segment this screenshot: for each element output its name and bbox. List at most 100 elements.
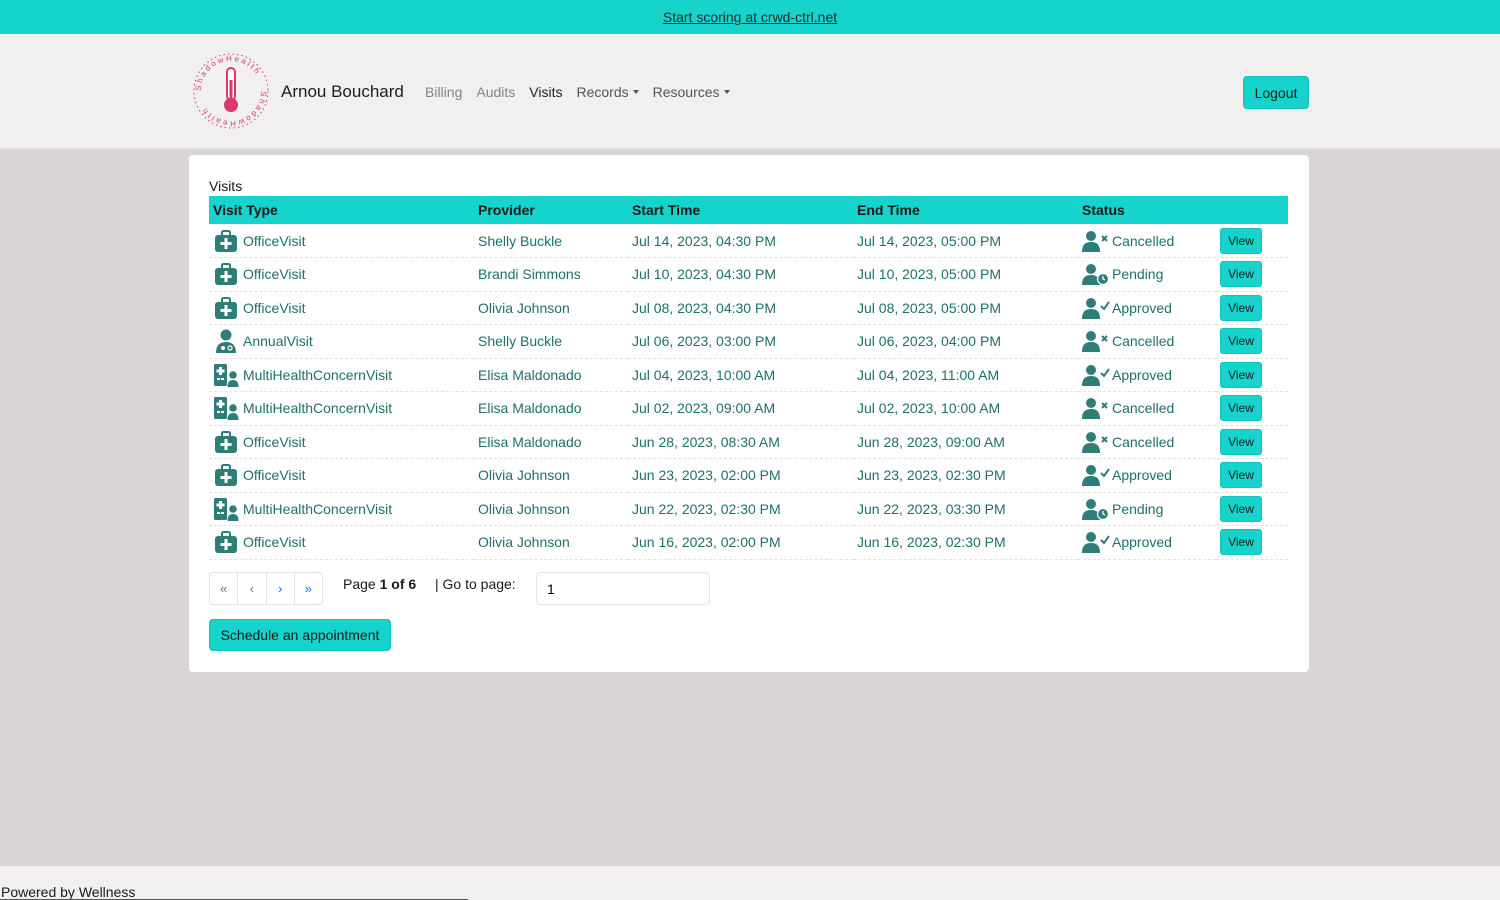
provider-cell: Elisa Maldonado	[478, 366, 582, 383]
visit-type-link[interactable]: OfficeVisit	[243, 534, 306, 550]
nav-item-visits[interactable]: Visits	[529, 84, 562, 100]
view-button[interactable]: View	[1220, 361, 1262, 388]
status-cell: Cancelled	[1078, 392, 1216, 426]
status-label: Approved	[1112, 299, 1172, 316]
start-time-cell: Jun 16, 2023, 02:00 PM	[632, 534, 781, 551]
status-cell: Pending	[1078, 492, 1216, 526]
table-row: MultiHealthConcernVisit Elisa Maldonado Ju…	[209, 358, 1288, 392]
nav-item-label: Resources	[652, 84, 720, 100]
visit-type-link[interactable]: OfficeVisit	[243, 266, 306, 282]
user-check-icon	[1082, 297, 1110, 319]
nav-item-billing[interactable]: Billing	[425, 84, 462, 100]
visit-type-link[interactable]: MultiHealthConcernVisit	[243, 501, 392, 517]
nav-item-records[interactable]: Records	[576, 84, 639, 100]
user-name: Arnou Bouchard	[281, 82, 404, 101]
view-button[interactable]: View	[1220, 227, 1262, 254]
nav-item-label: Audits	[476, 84, 516, 100]
visit-type-link[interactable]: OfficeVisit	[243, 300, 306, 316]
end-time-cell: Jul 02, 2023, 10:00 AM	[857, 400, 1001, 417]
end-time-cell: Jun 16, 2023, 02:30 PM	[857, 534, 1006, 551]
column-header-start-time[interactable]: Start Time	[628, 196, 853, 224]
column-header-status[interactable]: Status	[1078, 196, 1216, 224]
promo-banner: Start scoring at crwd-ctrl.net	[0, 0, 1500, 34]
actions-cell: View	[1216, 526, 1288, 560]
provider-cell: Brandi Simmons	[478, 266, 581, 283]
banner-link[interactable]: Start scoring at crwd-ctrl.net	[663, 9, 837, 25]
view-button[interactable]: View	[1220, 261, 1262, 288]
end-time-cell: Jul 14, 2023, 05:00 PM	[857, 232, 1001, 249]
user-xmark-icon	[1082, 230, 1110, 252]
medkit-icon	[213, 261, 239, 287]
visit-type-link[interactable]: MultiHealthConcernVisit	[243, 367, 392, 383]
visit-type-link[interactable]: OfficeVisit	[243, 434, 306, 450]
start-time-cell: Jun 22, 2023, 02:30 PM	[632, 500, 781, 517]
first-page-button[interactable]: «	[210, 573, 239, 604]
medkit-icon	[213, 295, 239, 321]
user-xmark-icon	[1082, 330, 1110, 353]
actions-cell: View	[1216, 258, 1288, 292]
provider-cell: Shelly Buckle	[478, 333, 563, 350]
last-page-button[interactable]: »	[295, 573, 322, 604]
view-button[interactable]: View	[1220, 428, 1262, 455]
view-button[interactable]: View	[1220, 462, 1262, 489]
user-xmark-icon	[1082, 397, 1110, 420]
medkit-icon	[213, 228, 239, 254]
actions-cell: View	[1216, 224, 1288, 258]
status-cell: Approved	[1078, 526, 1216, 560]
status-cell: Approved	[1078, 291, 1216, 325]
start-time-cell: Jul 04, 2023, 10:00 AM	[632, 366, 776, 383]
hospital-user-icon	[213, 395, 239, 421]
column-header-visit-type[interactable]: Visit Type	[209, 196, 474, 224]
caret-down-icon	[632, 90, 639, 94]
actions-cell: View	[1216, 392, 1288, 426]
status-label: Approved	[1112, 366, 1172, 383]
status-label: Approved	[1112, 467, 1172, 484]
visit-type-cell: OfficeVisit	[209, 425, 474, 459]
status-label: Cancelled	[1112, 333, 1175, 350]
actions-cell: View	[1216, 425, 1288, 459]
table-row: OfficeVisit Shelly Buckle Jul 14, 2023, 04…	[209, 224, 1288, 258]
status-cell: Pending	[1078, 258, 1216, 292]
medkit-icon	[213, 462, 239, 488]
main-nav: Billing Audits Visits Records Resources	[425, 84, 744, 100]
goto-page-label: | Go to page:	[435, 576, 516, 592]
visit-type-link[interactable]: MultiHealthConcernVisit	[243, 400, 392, 416]
column-header-provider[interactable]: Provider	[474, 196, 628, 224]
shadow-health-logo[interactable]: ShadowHealth ShadowHealth	[190, 50, 272, 132]
visit-type-link[interactable]: AnnualVisit	[243, 333, 313, 349]
visit-type-cell: MultiHealthConcernVisit	[209, 492, 474, 526]
table-row: OfficeVisit Olivia Johnson Jun 23, 2023, 0…	[209, 459, 1288, 492]
view-button[interactable]: View	[1220, 395, 1262, 422]
view-button[interactable]: View	[1220, 495, 1262, 522]
prev-page-button[interactable]: ‹	[238, 573, 267, 604]
schedule-appointment-button[interactable]: Schedule an appointment	[209, 619, 391, 651]
logout-button[interactable]: Logout	[1243, 76, 1309, 109]
visit-type-cell: OfficeVisit	[209, 224, 474, 258]
hospital-user-icon	[213, 362, 239, 388]
visit-type-cell: OfficeVisit	[209, 258, 474, 292]
end-time-cell: Jun 23, 2023, 02:30 PM	[857, 467, 1006, 484]
nav-item-audits[interactable]: Audits	[476, 84, 515, 100]
actions-cell: View	[1216, 358, 1288, 392]
end-time-cell: Jul 10, 2023, 05:00 PM	[857, 266, 1001, 283]
user-clock-icon	[1082, 498, 1110, 520]
nav-item-resources[interactable]: Resources	[653, 84, 730, 100]
visits-table: Visit Type Provider Start Time End Time …	[209, 196, 1288, 560]
user-check-icon	[1082, 531, 1110, 554]
provider-cell: Shelly Buckle	[478, 232, 563, 249]
view-button[interactable]: View	[1220, 529, 1262, 556]
view-button[interactable]: View	[1220, 294, 1262, 321]
visit-type-cell: OfficeVisit	[209, 291, 474, 325]
status-label: Pending	[1112, 500, 1164, 517]
goto-page-input[interactable]	[536, 572, 710, 605]
end-time-cell: Jul 06, 2023, 04:00 PM	[857, 333, 1001, 350]
next-page-button[interactable]: ›	[267, 573, 295, 604]
status-label: Pending	[1112, 266, 1164, 283]
status-label: Approved	[1112, 534, 1172, 551]
view-button[interactable]: View	[1220, 328, 1262, 355]
visit-type-link[interactable]: OfficeVisit	[243, 467, 306, 483]
provider-cell: Olivia Johnson	[478, 467, 570, 484]
column-header-end-time[interactable]: End Time	[853, 196, 1078, 224]
status-cell: Approved	[1078, 358, 1216, 392]
visit-type-link[interactable]: OfficeVisit	[243, 233, 306, 249]
